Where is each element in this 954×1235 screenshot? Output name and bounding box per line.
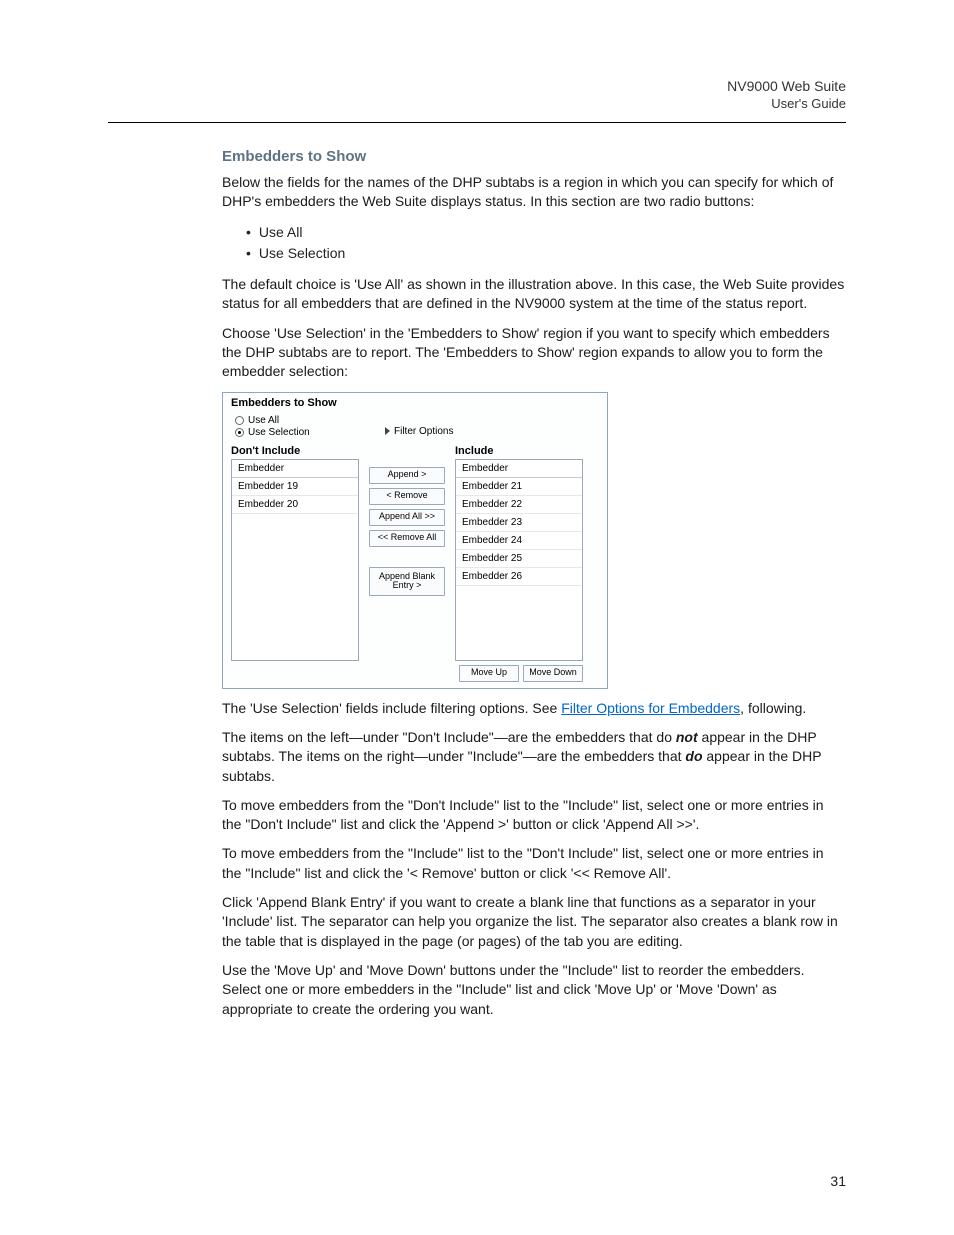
dont-include-column: Don't Include Embedder Embedder 19 Embed…: [231, 445, 359, 661]
figure-title: Embedders to Show: [231, 397, 601, 409]
paragraph-items-explain: The items on the left—under "Don't Inclu…: [222, 728, 846, 786]
page: NV9000 Web Suite User's Guide Embedders …: [0, 0, 954, 1235]
radio-use-all[interactable]: Use All: [235, 415, 601, 426]
emphasis-do: do: [685, 748, 702, 764]
filter-options-toggle[interactable]: Filter Options: [385, 426, 601, 437]
remove-button[interactable]: < Remove: [369, 488, 445, 505]
bullet-list: Use All Use Selection: [246, 222, 846, 265]
paragraph-blank-entry: Click 'Append Blank Entry' if you want t…: [222, 893, 846, 951]
transfer-buttons: Append > < Remove Append All >> << Remov…: [365, 445, 449, 597]
dont-include-label: Don't Include: [231, 445, 359, 457]
bullet-use-all: Use All: [246, 222, 846, 244]
paragraph-default: The default choice is 'Use All' as shown…: [222, 275, 846, 314]
doc-subtitle: User's Guide: [727, 96, 846, 112]
list-item[interactable]: Embedder 25: [456, 550, 582, 568]
text: The 'Use Selection' fields include filte…: [222, 700, 561, 716]
content-area: Embedders to Show Below the fields for t…: [222, 148, 846, 1029]
paragraph-intro: Below the fields for the names of the DH…: [222, 173, 846, 212]
append-blank-button[interactable]: Append Blank Entry >: [369, 567, 445, 597]
section-heading: Embedders to Show: [222, 148, 846, 165]
include-column: Include Embedder Embedder 21 Embedder 22…: [455, 445, 583, 682]
list-header: Embedder: [232, 460, 358, 478]
page-header: NV9000 Web Suite User's Guide: [727, 78, 846, 112]
list-item[interactable]: Embedder 22: [456, 496, 582, 514]
list-item[interactable]: Embedder 21: [456, 478, 582, 496]
append-all-button[interactable]: Append All >>: [369, 509, 445, 526]
paragraph-move-exclude: To move embedders from the "Include" lis…: [222, 844, 846, 883]
radio-icon: [235, 428, 244, 437]
bullet-use-selection: Use Selection: [246, 243, 846, 265]
text: The items on the left—under "Don't Inclu…: [222, 729, 676, 745]
header-rule: [108, 122, 846, 123]
append-button[interactable]: Append >: [369, 467, 445, 484]
radio-icon: [235, 416, 244, 425]
move-down-button[interactable]: Move Down: [523, 665, 583, 682]
radio-label: Use Selection: [248, 427, 310, 438]
paragraph-choose: Choose 'Use Selection' in the 'Embedders…: [222, 324, 846, 382]
triangle-right-icon: [385, 427, 390, 435]
page-number: 31: [830, 1173, 846, 1189]
text: , following.: [740, 700, 806, 716]
include-label: Include: [455, 445, 583, 457]
filter-options-link[interactable]: Filter Options for Embedders: [561, 700, 740, 716]
dont-include-listbox[interactable]: Embedder Embedder 19 Embedder 20: [231, 459, 359, 661]
list-item[interactable]: Embedder 23: [456, 514, 582, 532]
move-up-button[interactable]: Move Up: [459, 665, 519, 682]
include-listbox[interactable]: Embedder Embedder 21 Embedder 22 Embedde…: [455, 459, 583, 661]
paragraph-filter-link: The 'Use Selection' fields include filte…: [222, 699, 846, 718]
paragraph-move-updown: Use the 'Move Up' and 'Move Down' button…: [222, 961, 846, 1019]
remove-all-button[interactable]: << Remove All: [369, 530, 445, 547]
list-header: Embedder: [456, 460, 582, 478]
list-item[interactable]: Embedder 26: [456, 568, 582, 586]
radio-label: Use All: [248, 415, 279, 426]
list-item[interactable]: Embedder 24: [456, 532, 582, 550]
list-item[interactable]: Embedder 20: [232, 496, 358, 514]
emphasis-not: not: [676, 729, 698, 745]
list-item[interactable]: Embedder 19: [232, 478, 358, 496]
product-name: NV9000 Web Suite: [727, 78, 846, 96]
embedders-figure: Embedders to Show Use All Use Selection …: [222, 392, 608, 689]
filter-options-label: Filter Options: [394, 426, 453, 437]
paragraph-move-include: To move embedders from the "Don't Includ…: [222, 796, 846, 835]
